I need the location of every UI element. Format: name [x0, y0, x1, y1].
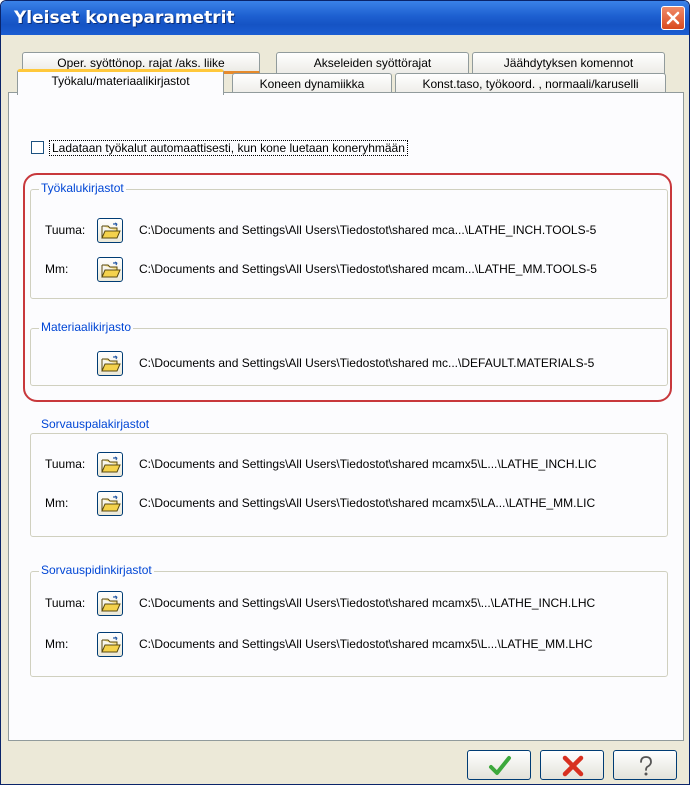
insert-libraries-group [30, 433, 668, 537]
tool-libraries-title: Työkalukirjastot [39, 181, 126, 195]
holder-library-mm-row: Mm: C:\Documents and Settings\All Users\… [1, 632, 689, 658]
open-folder-icon [101, 355, 121, 372]
insert-library-inch-path: C:\Documents and Settings\All Users\Tied… [139, 457, 597, 471]
open-folder-icon [101, 222, 121, 239]
close-button[interactable] [661, 6, 685, 30]
question-mark-icon [640, 756, 652, 776]
tab-label: Jäähdytyksen komennot [503, 56, 634, 70]
window-title: Yleiset koneparametrit [14, 8, 235, 28]
row-label: Tuuma: [45, 457, 86, 471]
row-label: Mm: [45, 637, 69, 651]
material-library-path: C:\Documents and Settings\All Users\Tied… [139, 356, 595, 370]
ok-button[interactable] [467, 750, 531, 780]
insert-libraries-title: Sorvauspalakirjastot [39, 417, 152, 431]
open-folder-icon [101, 595, 121, 612]
browse-button[interactable] [97, 257, 123, 282]
holder-library-inch-row: Tuuma: C:\Documents and Settings\All Use… [1, 591, 689, 617]
holder-libraries-title: Sorvauspidinkirjastot [39, 563, 154, 577]
holder-libraries-group [30, 571, 668, 677]
insert-library-inch-row: Tuuma: C:\Documents and Settings\All Use… [1, 452, 689, 478]
red-x-icon [562, 755, 584, 777]
row-label: Tuuma: [45, 223, 86, 237]
row-label: Mm: [45, 496, 69, 510]
browse-button[interactable] [97, 351, 123, 376]
browse-button[interactable] [97, 218, 123, 243]
holder-library-mm-path: C:\Documents and Settings\All Users\Tied… [139, 637, 593, 651]
browse-button[interactable] [97, 491, 123, 516]
tab-tool-material-libraries[interactable]: Työkalu/materiaalikirjastot [17, 69, 224, 95]
close-icon [666, 11, 680, 25]
cancel-button[interactable] [540, 750, 604, 780]
tool-library-inch-row: Tuuma: C:\Documents and Settings\All Use… [1, 218, 689, 244]
help-button[interactable] [613, 750, 677, 780]
row-label: Mm: [45, 262, 69, 276]
tab-label: Työkalu/materiaalikirjastot [51, 74, 190, 88]
tab-label: Akseleiden syöttörajat [313, 56, 432, 70]
insert-library-mm-path: C:\Documents and Settings\All Users\Tied… [139, 496, 596, 510]
holder-library-inch-path: C:\Documents and Settings\All Users\Tied… [139, 596, 596, 610]
open-folder-icon [101, 456, 121, 473]
open-folder-icon [101, 636, 121, 653]
material-library-title: Materiaalikirjasto [39, 320, 134, 334]
open-folder-icon [101, 261, 121, 278]
tab-label: Oper. syöttönop. rajat /aks. liike [57, 56, 225, 70]
auto-load-label[interactable]: Ladataan työkalut automaattisesti, kun k… [49, 140, 408, 156]
browse-button[interactable] [97, 591, 123, 616]
row-label: Tuuma: [45, 596, 86, 610]
tab-label: Konst.taso, työkoord. , normaali/karusel… [422, 77, 639, 91]
green-checkmark-icon [489, 756, 511, 775]
title-bar[interactable]: Yleiset koneparametrit [1, 1, 689, 35]
tool-library-inch-path: C:\Documents and Settings\All Users\Tied… [139, 223, 597, 237]
tab-coolant-commands[interactable]: Jäähdytyksen komennot [472, 52, 665, 74]
tab-label: Koneen dynamiikka [259, 77, 365, 91]
tool-library-mm-row: Mm: C:\Documents and Settings\All Users\… [1, 257, 689, 283]
dialog-window: Yleiset koneparametrit Oper. syöttönop. … [0, 0, 690, 785]
browse-button[interactable] [97, 452, 123, 477]
material-library-row: C:\Documents and Settings\All Users\Tied… [1, 351, 689, 377]
tool-library-mm-path: C:\Documents and Settings\All Users\Tied… [139, 262, 597, 276]
open-folder-icon [101, 495, 121, 512]
insert-library-mm-row: Mm: C:\Documents and Settings\All Users\… [1, 491, 689, 517]
tab-axis-feed-limits[interactable]: Akseleiden syöttörajat [276, 52, 469, 74]
auto-load-checkbox[interactable] [31, 141, 44, 154]
browse-button[interactable] [97, 632, 123, 657]
